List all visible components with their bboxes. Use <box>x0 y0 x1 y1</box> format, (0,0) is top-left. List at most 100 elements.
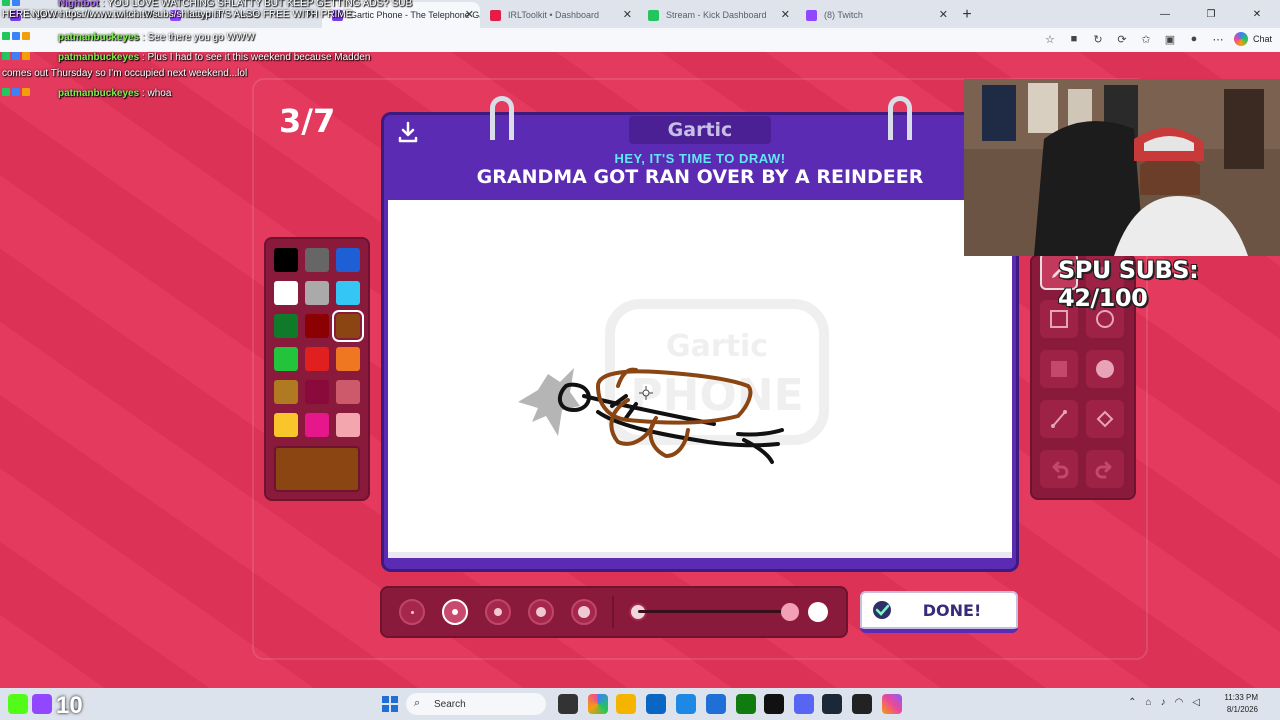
line-icon <box>1051 410 1067 428</box>
redo-icon <box>1095 461 1112 479</box>
circle-fill-tool[interactable] <box>1086 350 1124 388</box>
color-swatch[interactable] <box>274 380 298 404</box>
favorites-icon[interactable]: ✩ <box>1138 31 1154 47</box>
color-swatch[interactable] <box>305 380 329 404</box>
close-icon[interactable]: ✕ <box>465 8 474 21</box>
color-swatch[interactable] <box>336 413 360 437</box>
color-swatch[interactable] <box>336 347 360 371</box>
brush-size-4[interactable] <box>528 599 554 625</box>
color-swatch[interactable] <box>274 314 298 338</box>
tab-label: (8) Twitch <box>824 10 863 20</box>
color-swatch[interactable] <box>305 248 329 272</box>
redo-button[interactable] <box>1086 450 1124 488</box>
color-swatch[interactable] <box>305 281 329 305</box>
tab-favicon <box>490 10 501 21</box>
bucket-icon <box>1096 410 1114 428</box>
wifi-icon[interactable]: ◠ <box>1175 697 1184 708</box>
copilot-taskbar-icon[interactable] <box>588 694 608 714</box>
color-swatch[interactable] <box>336 281 360 305</box>
color-swatch[interactable] <box>274 281 298 305</box>
line-tool[interactable] <box>1040 400 1078 438</box>
square-fill-icon <box>1051 361 1067 377</box>
collections-icon[interactable]: ▣ <box>1162 31 1178 47</box>
grey-scribble <box>518 368 580 436</box>
taskbar-search[interactable]: ⌕ Search <box>406 693 546 715</box>
undo-icon <box>1052 461 1069 479</box>
new-tab-button[interactable]: + <box>954 2 980 28</box>
close-icon[interactable]: ✕ <box>781 8 790 21</box>
time-to-draw-message: HEY, IT'S TIME TO DRAW! <box>614 151 786 166</box>
drawing-strokes: Gartic PHONE <box>518 299 829 464</box>
gartic-logo: Gartic <box>629 116 771 144</box>
chevron-up-icon[interactable]: ⌃ <box>1128 697 1136 708</box>
color-swatch[interactable] <box>305 413 329 437</box>
tab-favicon <box>648 10 659 21</box>
sync-icon[interactable]: ⟳ <box>1114 31 1130 47</box>
task-view-icon[interactable] <box>558 694 578 714</box>
color-swatch[interactable] <box>332 310 364 342</box>
fill-bucket-tool[interactable] <box>1086 400 1124 438</box>
twitch-icon[interactable] <box>32 694 52 714</box>
tab-kick-dashboard[interactable]: Stream - Kick Dashboard ✕ <box>638 2 796 28</box>
color-swatch[interactable] <box>274 347 298 371</box>
download-icon[interactable] <box>396 120 420 144</box>
undo-button[interactable] <box>1040 450 1078 488</box>
volume-icon[interactable]: ◁ <box>1192 697 1200 708</box>
profile-icon[interactable]: ● <box>1186 31 1202 47</box>
color-swatch[interactable] <box>305 347 329 371</box>
more-icon[interactable]: ⋯ <box>1210 31 1226 47</box>
opacity-slider-knob[interactable] <box>781 603 799 621</box>
tab-twitch[interactable]: (8) Twitch ✕ <box>796 2 954 28</box>
xbox-icon[interactable] <box>736 694 756 714</box>
color-swatch[interactable] <box>336 248 360 272</box>
brush-size-2[interactable] <box>442 599 468 625</box>
chat-button[interactable]: Chat <box>1233 32 1272 46</box>
system-tray: ⌃ ⌂ ♪ ◠ ◁ <box>1128 697 1200 708</box>
opacity-preview-dot <box>808 602 828 622</box>
sub-goal-counter: SPU SUBS: 42/100 <box>1058 256 1199 312</box>
close-icon[interactable]: ✕ <box>939 8 948 21</box>
brush-size-1[interactable] <box>399 599 425 625</box>
webcam-feed <box>964 79 1280 256</box>
edge-icon[interactable] <box>646 694 666 714</box>
brush-size-3[interactable] <box>485 599 511 625</box>
color-swatch[interactable] <box>274 413 298 437</box>
windows-start-icon[interactable] <box>380 694 400 714</box>
kick-icon[interactable] <box>8 694 28 714</box>
circle-fill-icon <box>1096 360 1114 378</box>
app-icon[interactable] <box>676 694 696 714</box>
instagram-icon[interactable] <box>882 694 902 714</box>
opacity-slider-track[interactable] <box>638 610 790 613</box>
extension-icon[interactable]: ■ <box>1066 31 1082 47</box>
file-explorer-icon[interactable] <box>616 694 636 714</box>
toolbar-divider <box>612 596 614 628</box>
done-button[interactable]: DONE! <box>860 591 1018 633</box>
refresh-icon[interactable]: ↻ <box>1090 31 1106 47</box>
drawing-canvas[interactable]: Gartic PHONE <box>388 200 1012 558</box>
capcut-icon[interactable] <box>764 694 784 714</box>
svg-text:Gartic: Gartic <box>666 329 768 364</box>
obs-icon[interactable] <box>852 694 872 714</box>
tab-irltoolkit[interactable]: IRLToolkit • Dashboard ✕ <box>480 2 638 28</box>
close-icon[interactable]: ✕ <box>623 8 632 21</box>
color-swatch[interactable] <box>305 314 329 338</box>
binder-ring <box>490 96 514 140</box>
discord-icon[interactable] <box>794 694 814 714</box>
window-controls: — ❐ ✕ <box>1142 0 1280 28</box>
network-icon[interactable]: ⌂ <box>1146 697 1152 708</box>
steam-icon[interactable] <box>822 694 842 714</box>
chat-message: Nightbot : YOU LOVE WATCHING SHLATTY BUT… <box>2 0 413 20</box>
store-icon[interactable] <box>706 694 726 714</box>
close-window-icon[interactable]: ✕ <box>1234 0 1280 28</box>
maximize-icon[interactable]: ❐ <box>1188 0 1234 28</box>
check-icon <box>873 601 891 619</box>
taskbar-clock[interactable]: 11:33 PM 8/1/2026 <box>1224 692 1258 716</box>
windows-taskbar: ⌕ Search ⌃ ⌂ ♪ ◠ ◁ 11:33 PM 8/1/2026 <box>0 688 1280 720</box>
brush-size-5[interactable] <box>571 599 597 625</box>
microphone-icon[interactable]: ♪ <box>1161 697 1166 708</box>
rectangle-fill-tool[interactable] <box>1040 350 1078 388</box>
star-icon[interactable]: ☆ <box>1042 31 1058 47</box>
color-swatch[interactable] <box>336 380 360 404</box>
color-swatch[interactable] <box>274 248 298 272</box>
minimize-icon[interactable]: — <box>1142 0 1188 28</box>
